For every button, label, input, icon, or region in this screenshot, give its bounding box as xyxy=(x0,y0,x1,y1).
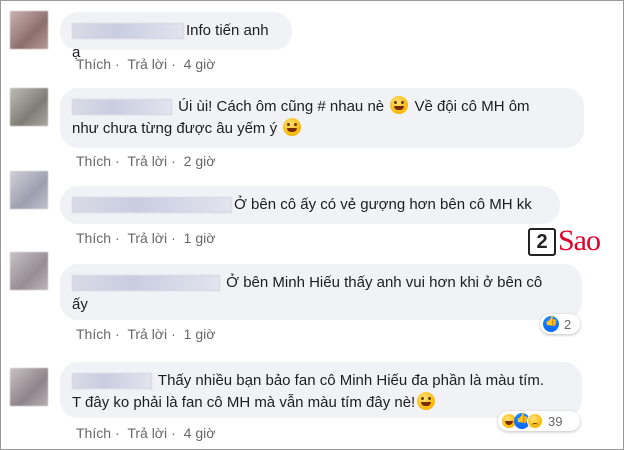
grinning-emoji-icon xyxy=(283,118,302,136)
laughing-emoji-icon xyxy=(417,392,436,410)
comment-bubble: Info tiến anh ạ xyxy=(60,12,292,61)
reply-link[interactable]: Trả lời xyxy=(127,425,167,441)
watermark-word: Sao xyxy=(558,224,601,257)
commenter-name-redacted[interactable] xyxy=(72,373,152,390)
timestamp[interactable]: 1 giờ xyxy=(184,230,216,246)
comment-text: Ở bên cô ấy có vẻ gượng hơn bên cô MH kk xyxy=(234,196,532,213)
commenter-name-redacted[interactable] xyxy=(72,99,172,116)
comment-actions: Thích · Trả lời · 4 giờ xyxy=(76,56,216,72)
comment-bubble: Úi ùi! Cách ôm cũng # nhau nè Về đội cô … xyxy=(60,88,584,148)
like-link[interactable]: Thích xyxy=(76,425,111,441)
comment-text-line2: ấy xyxy=(72,296,88,313)
reply-link[interactable]: Trả lời xyxy=(127,56,167,72)
reaction-count: 2 xyxy=(564,316,572,332)
comment-text-line1: Thấy nhiều bạn bảo fan cô Minh Hiếu đa p… xyxy=(157,372,544,389)
comment-actions: Thích · Trả lời · 2 giờ xyxy=(76,153,216,169)
reaction-summary[interactable]: 2 xyxy=(540,314,580,334)
watermark-digit: 2 xyxy=(528,228,556,256)
avatar[interactable] xyxy=(10,88,48,126)
timestamp[interactable]: 4 giờ xyxy=(184,56,216,72)
avatar[interactable] xyxy=(10,171,48,209)
comment-bubble: Thấy nhiều bạn bảo fan cô Minh Hiếu đa p… xyxy=(60,362,582,418)
reply-link[interactable]: Trả lời xyxy=(127,326,167,342)
comment-text-line1: Úi ùi! Cách ôm cũng # nhau nè xyxy=(178,98,385,115)
reply-link[interactable]: Trả lời xyxy=(127,230,167,246)
timestamp[interactable]: 2 giờ xyxy=(184,153,216,169)
avatar[interactable] xyxy=(10,11,48,49)
comment-bubble: Ở bên cô ấy có vẻ gượng hơn bên cô MH kk xyxy=(60,186,560,224)
reaction-summary[interactable]: 39 xyxy=(498,411,580,431)
like-reaction-icon xyxy=(543,316,559,332)
like-link[interactable]: Thích xyxy=(76,326,111,342)
commenter-name-redacted[interactable] xyxy=(72,275,220,292)
avatar[interactable] xyxy=(10,252,48,290)
commenter-name-redacted[interactable] xyxy=(72,197,232,214)
avatar[interactable] xyxy=(10,368,48,406)
comment-text-line2: như chưa từng được âu yếm ý xyxy=(72,120,278,137)
watermark-2sao-logo: 2 Sao xyxy=(522,222,614,262)
reply-link[interactable]: Trả lời xyxy=(127,153,167,169)
comment-text-line1: Ở bên Minh Hiếu thấy anh vui hơn khi ở b… xyxy=(226,274,543,291)
like-link[interactable]: Thích xyxy=(76,230,111,246)
timestamp[interactable]: 1 giờ xyxy=(184,326,216,342)
commenter-name-redacted[interactable] xyxy=(72,23,184,40)
comment-actions: Thích · Trả lời · 1 giờ xyxy=(76,326,216,342)
sad-reaction-icon xyxy=(527,413,543,429)
comment-actions: Thích · Trả lời · 4 giờ xyxy=(76,425,216,441)
tongue-out-emoji-icon xyxy=(390,96,409,114)
comment-bubble: Ở bên Minh Hiếu thấy anh vui hơn khi ở b… xyxy=(60,264,582,320)
like-link[interactable]: Thích xyxy=(76,153,111,169)
like-link[interactable]: Thích xyxy=(76,56,111,72)
comment-text-line2: T đây ko phải là fan cô MH mà vẫn màu tí… xyxy=(72,394,416,411)
timestamp[interactable]: 4 giờ xyxy=(184,425,216,441)
comment-actions: Thích · Trả lời · 1 giờ xyxy=(76,230,216,246)
reaction-count: 39 xyxy=(548,413,563,429)
comment-text-line1b: Về đội cô MH ôm xyxy=(414,98,530,115)
